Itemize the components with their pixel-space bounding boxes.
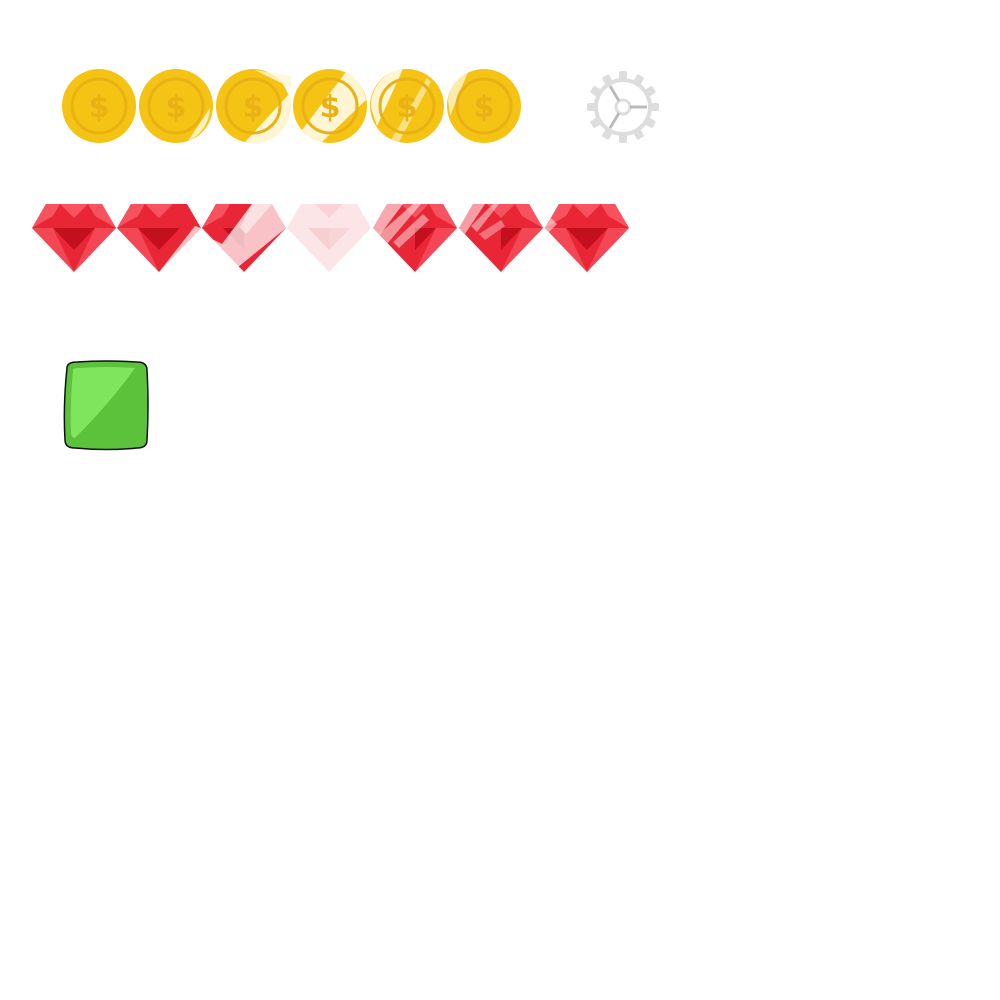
sprite-sheet: $ $ $ $ $ $ [0,0,1000,1000]
coin-icon: $ [293,69,367,143]
coin-icon: $ [139,69,213,143]
ruby-gem-icon [545,204,629,272]
ruby-gem-icon [32,204,116,272]
coin-icon: $ [370,69,444,143]
ruby-gem-icon [202,204,286,272]
coin-symbol: $ [166,90,187,125]
ruby-gem-icon [373,204,457,272]
ruby-gem-icon [287,204,371,272]
coin-symbol: $ [320,90,341,125]
coin-symbol: $ [397,90,418,125]
green-block-tile [63,360,149,451]
coin-symbol: $ [89,90,110,125]
coin-symbol: $ [474,90,495,125]
coin-symbol: $ [243,90,264,125]
settings-gear-icon [587,71,659,143]
coin-icon: $ [447,69,521,143]
coin-icon: $ [216,69,291,144]
ruby-gem-icon [117,204,201,272]
coin-icon: $ [62,69,136,143]
ruby-gem-icon [459,204,543,272]
